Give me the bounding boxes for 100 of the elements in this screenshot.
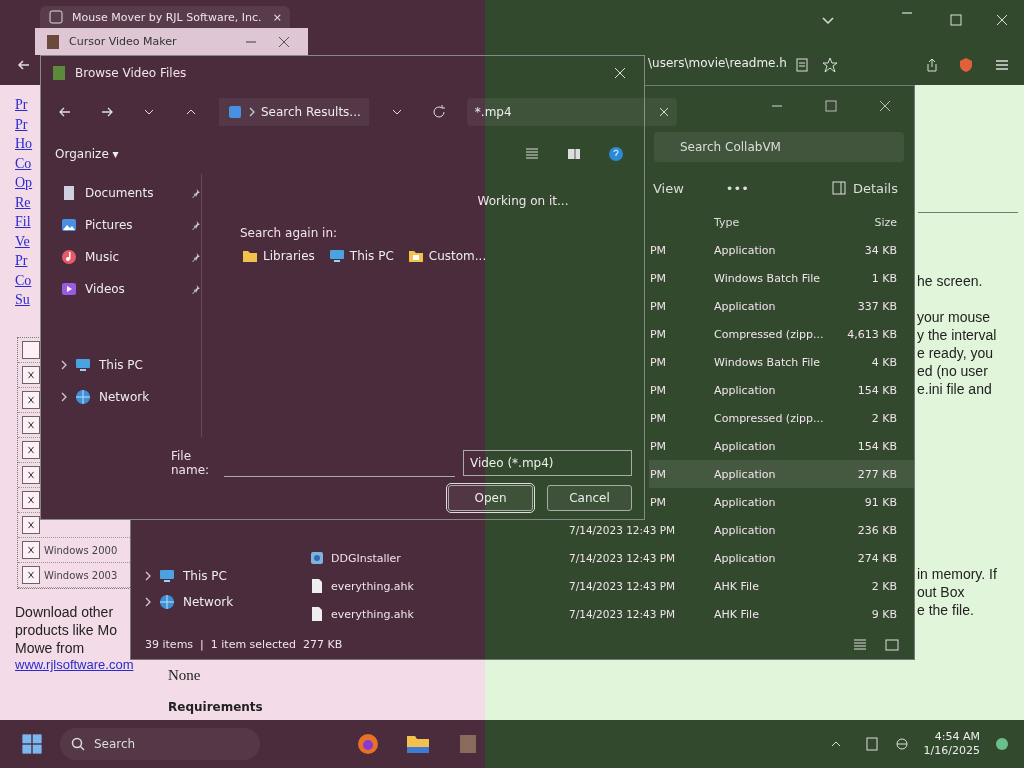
date-cell: PM <box>649 243 666 257</box>
page-link[interactable]: Su <box>15 292 33 309</box>
file-row[interactable]: PM Application 277 KB <box>649 460 914 488</box>
taskbar-search[interactable]: Search <box>60 728 260 760</box>
size-cell-text: 9 KB <box>870 607 897 621</box>
file-row[interactable]: PM Windows Batch File 1 KB <box>649 264 914 292</box>
details-button[interactable]: Details <box>824 179 904 197</box>
app-icon <box>51 65 67 81</box>
location-link[interactable]: Libraries <box>242 248 315 264</box>
page-link[interactable]: Pr <box>15 97 33 114</box>
pin-icon <box>191 220 201 230</box>
checkbox[interactable] <box>22 491 40 509</box>
page-link[interactable]: Pr <box>15 116 33 133</box>
dialog-title: Browse Video Files <box>75 66 188 80</box>
size-cell-text: 91 KB <box>863 495 897 509</box>
location-link[interactable]: This PC <box>328 248 394 264</box>
status-text: 39 items | 1 item selected 277 KB <box>145 637 343 651</box>
file-row[interactable]: everything.ahk 7/14/2023 12:43 PM AHK File 9 KB <box>301 600 914 628</box>
readme-paragraph: your mouse y the interval e ready, you ed (no user e.ini file and <box>917 308 997 398</box>
breadcrumb[interactable]: Search Results... <box>219 98 369 126</box>
computer-icon <box>328 248 345 264</box>
chevron-right-icon <box>145 571 151 581</box>
checkbox[interactable] <box>22 466 40 484</box>
open-button[interactable]: Open <box>448 485 533 511</box>
address-bar[interactable]: \users\movie\readme.h <box>648 56 788 70</box>
nav-item[interactable]: Network <box>61 388 201 406</box>
nav-item[interactable]: Videos <box>61 280 201 298</box>
file-row[interactable]: PM Application 337 KB <box>649 292 914 320</box>
page-link[interactable]: Re <box>15 194 33 211</box>
refresh-icon <box>430 104 447 120</box>
tab-close-button[interactable]: × <box>272 10 282 24</box>
checkbox[interactable] <box>22 366 40 384</box>
type-cell-text: Compressed (zipp... <box>714 327 825 341</box>
checkbox[interactable] <box>22 541 40 559</box>
cancel-button[interactable]: Cancel <box>547 485 632 511</box>
page-link[interactable]: Pr <box>15 253 33 270</box>
checkbox[interactable] <box>22 416 40 434</box>
nav-item[interactable]: Documents <box>61 184 201 202</box>
file-row[interactable]: PM Application 154 KB <box>649 432 914 460</box>
checkbox[interactable] <box>22 516 40 534</box>
size-cell-text: 277 KB <box>856 467 897 481</box>
minimize-icon <box>246 40 256 43</box>
nav-item[interactable]: Pictures <box>61 216 201 234</box>
section-heading: Requirements <box>168 700 263 714</box>
pin-icon <box>191 252 201 262</box>
close-icon <box>994 12 1010 28</box>
type-cell-text: Application <box>714 243 777 257</box>
cross-icon <box>26 544 36 556</box>
nav-item[interactable]: This PC <box>145 568 301 584</box>
cross-icon <box>26 444 36 456</box>
minimize-icon <box>772 105 782 107</box>
location-link[interactable]: Custom... <box>407 248 487 264</box>
page-link[interactable]: Ve <box>15 233 33 250</box>
file-row[interactable]: PM Application 154 KB <box>649 376 914 404</box>
details-pane-icon <box>830 180 847 196</box>
file-row[interactable]: PM Compressed (zipp... 4,613 KB <box>649 320 914 348</box>
nav-item[interactable]: Music <box>61 248 201 266</box>
file-row[interactable]: PM Compressed (zipp... 2 KB <box>649 404 914 432</box>
file-name: everything.ahk <box>331 607 414 621</box>
browser-tab[interactable]: Mouse Mover by RJL Software, Inc. × <box>40 6 290 28</box>
file-row[interactable]: PM Application 91 KB <box>649 488 914 516</box>
date-cell: PM <box>649 383 666 397</box>
checkbox[interactable] <box>22 341 40 359</box>
column-header[interactable]: Type <box>714 215 834 229</box>
type-cell-text: Windows Batch File <box>714 271 822 285</box>
checkbox[interactable] <box>22 391 40 409</box>
file-row[interactable]: DDGInstaller 7/14/2023 12:43 PM Application 274 KB <box>301 544 914 572</box>
file-row[interactable]: PM Application 34 KB <box>649 236 914 264</box>
minimize-icon <box>902 12 912 14</box>
picture-icon <box>61 217 77 233</box>
window-title: Cursor Video Maker <box>69 35 178 48</box>
organize-menu[interactable]: Organize ▾ <box>55 147 504 161</box>
notification-icon <box>994 736 1010 752</box>
nav-item[interactable]: This PC <box>61 356 201 374</box>
network-icon <box>75 389 91 405</box>
chevron-right-icon <box>61 360 67 370</box>
page-link[interactable]: Co <box>15 155 33 172</box>
size-cell-text: 1 KB <box>870 271 897 285</box>
cross-icon <box>26 519 36 531</box>
clear-icon <box>658 107 669 117</box>
clock[interactable]: 4:54 AM 1/16/2025 <box>923 730 980 758</box>
column-header[interactable]: Size <box>834 215 897 229</box>
checkbox[interactable] <box>22 566 40 584</box>
more-button[interactable]: ••• <box>719 179 755 197</box>
checkbox[interactable] <box>22 441 40 459</box>
page-link[interactable]: Ho <box>15 136 33 153</box>
file-type-dropdown[interactable]: Video (*.mp4) <box>462 450 632 476</box>
page-link[interactable]: Op <box>15 175 33 192</box>
cross-icon <box>26 369 36 381</box>
help-icon <box>608 146 624 162</box>
nav-item[interactable]: Network <box>145 594 301 610</box>
view-menu[interactable]: View <box>647 179 690 197</box>
file-row[interactable]: everything.ahk 7/14/2023 12:43 PM AHK File 2 KB <box>301 572 914 600</box>
file-row[interactable]: PM Windows Batch File 4 KB <box>649 348 914 376</box>
type-cell-text: AHK File <box>714 579 760 593</box>
search-folder-icon <box>227 104 243 120</box>
file-row[interactable]: 7/14/2023 12:43 PM Application 236 KB <box>301 516 914 544</box>
website-link[interactable]: www.rjlsoftware.com <box>15 657 134 672</box>
page-link[interactable]: Fil <box>15 214 33 231</box>
page-link[interactable]: Co <box>15 272 33 289</box>
